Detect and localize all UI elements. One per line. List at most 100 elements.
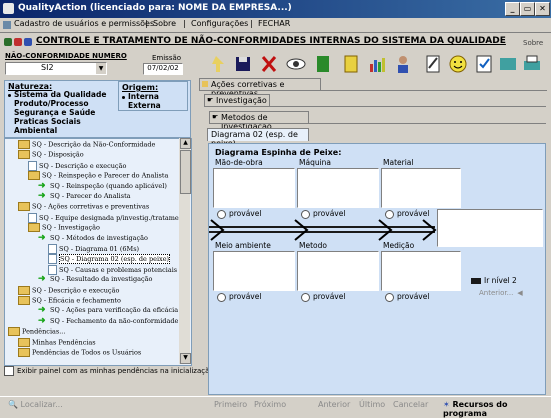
localizar-button[interactable]: 🔍 Localizar... <box>8 400 63 409</box>
checkbox-icon[interactable] <box>4 366 14 376</box>
cancelar-button[interactable]: Cancelar <box>393 400 428 409</box>
module-icon <box>4 38 12 46</box>
scroll-down-icon[interactable]: ▼ <box>180 353 191 364</box>
save-icon[interactable] <box>232 52 254 76</box>
menu-cadastro[interactable]: Cadastro de usuários e permissões <box>14 19 154 28</box>
proximo-button[interactable]: Próximo <box>254 400 286 409</box>
check-icon[interactable] <box>473 52 495 76</box>
network-icon[interactable] <box>497 52 519 76</box>
print-icon[interactable] <box>521 52 543 76</box>
menu-bar: Cadastro de usuários e permissões | Sobr… <box>0 18 551 33</box>
meio-ambiente-textarea[interactable] <box>213 251 295 291</box>
natureza-option[interactable]: Produto/Processo <box>8 99 106 108</box>
tree-item[interactable]: ➜ SQ - Reinspeção (quando aplicável) <box>38 180 167 192</box>
tree-item[interactable]: ➜ SQ - Ações para verificação da eficácia <box>38 306 178 316</box>
arrow-right-icon: ➜ <box>38 305 46 316</box>
natureza-option[interactable]: Segurança e Saúde <box>8 108 106 117</box>
tree-item[interactable]: Pendências... <box>8 327 65 337</box>
anterior-button[interactable]: Anterior... ◀ <box>479 289 523 297</box>
mao-de-obra-textarea[interactable] <box>213 168 295 208</box>
folder-icon <box>18 348 30 357</box>
navigation-tree: SQ - Descrição da Não-Conformidade SQ - D… <box>4 138 192 366</box>
tab-diagrama-02[interactable]: Diagrama 02 (esp. de peixe) <box>207 128 309 148</box>
tree-item[interactable]: ➜ SQ - Métodos de investigação <box>38 233 148 244</box>
tree-item[interactable]: SQ - Causas e problemas potenciais <box>48 264 177 275</box>
smiley-icon[interactable] <box>447 52 469 76</box>
eye-icon[interactable] <box>285 52 307 76</box>
maximize-button[interactable]: ▭ <box>520 2 535 16</box>
metodo-textarea[interactable] <box>297 251 379 291</box>
report-icon[interactable] <box>340 52 362 76</box>
module-icon-2 <box>14 38 22 46</box>
tree-item-label: SQ - Diagrama 02 (esp. de peixe) <box>59 254 171 265</box>
nc-number-select[interactable]: SI2 ▼ <box>5 62 107 75</box>
label-metodo: Metodo <box>299 241 327 250</box>
tree-item[interactable]: SQ - Descrição da Não-Conformidade <box>18 140 155 150</box>
natureza-option[interactable]: Sistema da Qualidade <box>8 90 106 99</box>
ir-nivel-2-button[interactable]: Ir nível 2 <box>471 276 517 285</box>
tree-item[interactable]: SQ - Descrição e execução <box>28 160 126 171</box>
app-icon <box>3 3 14 14</box>
label-material: Material <box>383 158 414 167</box>
arrow-right-icon: ➜ <box>38 180 46 191</box>
folder-icon <box>8 327 20 337</box>
ultimo-button[interactable]: Último <box>359 400 385 409</box>
provavel-metodo[interactable]: provável <box>301 292 345 302</box>
natureza-option[interactable]: Ambiental <box>8 126 106 135</box>
scroll-up-icon[interactable]: ▲ <box>180 138 191 149</box>
tree-item[interactable]: SQ - Disposição <box>18 150 84 160</box>
tree-item-label: Pendências de Todos os Usuários <box>32 348 142 357</box>
menu-configuracoes[interactable]: Configurações <box>191 19 248 28</box>
tree-item[interactable]: SQ - Diagrama 01 (6Ms) <box>48 244 139 254</box>
origem-option[interactable]: Externa <box>122 101 161 110</box>
menu-separator: | <box>183 19 186 28</box>
material-textarea[interactable] <box>381 168 461 208</box>
tree-item[interactable]: SQ - Investigação <box>28 223 100 233</box>
tree-item-label: SQ - Resultado da investigação <box>50 275 153 284</box>
menu-fechar[interactable]: FECHAR <box>258 19 290 28</box>
label-mao-de-obra: Mão-de-obra <box>215 158 263 167</box>
provavel-meio-ambiente[interactable]: provável <box>217 292 261 302</box>
edit-icon[interactable] <box>422 52 444 76</box>
tree-item[interactable]: ➜ SQ - Resultado da investigação <box>38 275 152 285</box>
origem-option[interactable]: Interna <box>122 92 161 101</box>
user-icon[interactable] <box>392 52 414 76</box>
anterior-nav-button[interactable]: Anterior <box>318 400 350 409</box>
tree-item[interactable]: SQ - Diagrama 02 (esp. de peixe) <box>48 254 171 265</box>
tree-scrollbar[interactable]: ▲ ▼ <box>179 138 191 364</box>
chart-icon[interactable] <box>366 52 388 76</box>
folder-icon <box>28 223 40 233</box>
tree-item[interactable]: Minhas Pendências <box>18 337 96 348</box>
binder-icon[interactable] <box>312 52 334 76</box>
delete-icon[interactable] <box>258 52 280 76</box>
tree-item[interactable]: ➜ SQ - Parecer do Analista <box>38 192 131 202</box>
tree-item[interactable]: SQ - Equipe designada p/investig./tratam… <box>28 212 189 223</box>
close-button[interactable]: ✕ <box>535 2 550 16</box>
tree-item[interactable]: ➜ SQ - Fechamento da não-conformidade <box>38 316 178 327</box>
window-title-bar[interactable]: QualityAction (licenciado para: NOME DA … <box>0 0 551 18</box>
tree-item[interactable]: SQ - Reinspeção e Parecer do Analista <box>28 171 168 181</box>
tree-item-label: Minhas Pendências <box>32 338 96 347</box>
recursos-button[interactable]: ✶ Recursos do programa <box>443 400 551 418</box>
emissao-date: 07/02/02 <box>143 63 183 75</box>
scroll-thumb[interactable] <box>180 150 191 194</box>
tree-item[interactable]: Pendências de Todos os Usuários <box>18 348 141 358</box>
sobre-link[interactable]: Sobre <box>523 39 543 47</box>
minimize-button[interactable]: _ <box>505 2 520 16</box>
tree-item[interactable]: SQ - Eficácia e fechamento <box>18 296 121 306</box>
maquina-textarea[interactable] <box>297 168 379 208</box>
natureza-option[interactable]: Praticas Sociais <box>8 117 106 126</box>
menu-sobre[interactable]: Sobre <box>153 19 176 28</box>
primeiro-button[interactable]: Primeiro <box>214 400 247 409</box>
tree-item-label: Pendências... <box>22 327 66 336</box>
provavel-medicao[interactable]: provável <box>385 292 429 302</box>
fishbone-diagram-panel: Diagrama Espinha de Peixe: Mão-de-obra M… <box>208 143 546 395</box>
tree-item[interactable]: SQ - Ações corretivas e preventivas <box>18 202 149 212</box>
arrow-icon[interactable] <box>208 52 230 76</box>
chevron-down-icon[interactable]: ▼ <box>96 63 106 74</box>
tree-item[interactable]: SQ - Descrição e execução <box>18 285 119 296</box>
exibir-painel-checkbox[interactable]: Exibir painel com as minhas pendências n… <box>4 366 214 376</box>
folder-icon <box>18 202 30 212</box>
medicao-textarea[interactable] <box>381 251 461 291</box>
efeito-textarea[interactable] <box>437 209 543 247</box>
